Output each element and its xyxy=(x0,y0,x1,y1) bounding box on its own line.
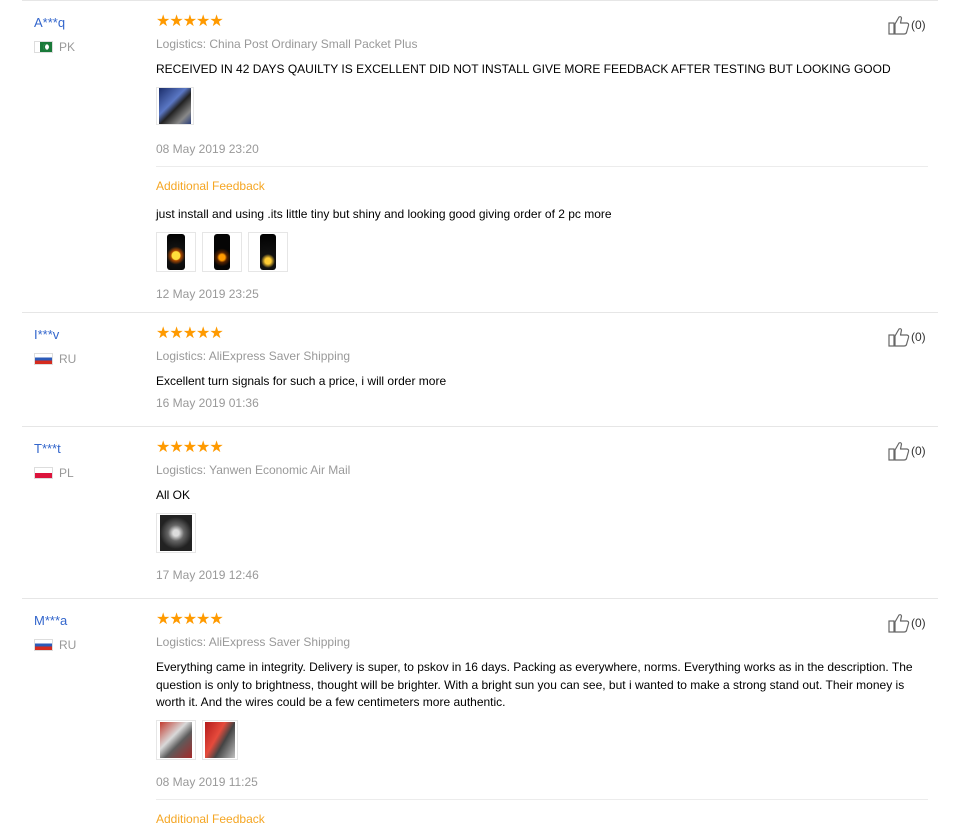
review-date: 08 May 2019 11:25 xyxy=(156,775,258,789)
review-date: 17 May 2019 12:46 xyxy=(156,568,259,582)
flag-ru-icon xyxy=(34,353,53,365)
photo-image xyxy=(160,722,192,758)
review-photo-thumbnail[interactable] xyxy=(202,232,242,272)
star-rating: ★★★★★ xyxy=(156,611,224,628)
country-code: PL xyxy=(59,466,74,480)
review-text: All OK xyxy=(156,488,191,502)
thumbs-up-icon xyxy=(888,442,910,461)
flag-pl-icon xyxy=(34,467,53,479)
top-divider xyxy=(22,0,938,1)
star-rating: ★★★★★ xyxy=(156,325,224,342)
review-divider xyxy=(22,598,938,599)
review-divider xyxy=(22,426,938,427)
review-text: Excellent turn signals for such a price,… xyxy=(156,374,447,388)
photo-image xyxy=(159,88,191,124)
logistics-info: Logistics: AliExpress Saver Shipping xyxy=(156,635,351,649)
like-count: (0) xyxy=(911,444,926,458)
like-count: (0) xyxy=(911,330,926,344)
review-photo-thumbnail[interactable] xyxy=(248,232,288,272)
review-photos xyxy=(156,87,194,125)
reviewer-country: PK xyxy=(34,40,75,54)
logistics-info: Logistics: Yanwen Economic Air Mail xyxy=(156,463,351,477)
photo-image xyxy=(260,234,276,270)
additional-feedback-text: just install and using .its little tiny … xyxy=(156,207,612,221)
review-photos xyxy=(156,720,238,760)
like-count: (0) xyxy=(911,18,926,32)
additional-feedback-photos xyxy=(156,232,288,272)
review-photos xyxy=(156,513,196,553)
photo-image xyxy=(160,515,192,551)
review-date: 16 May 2019 01:36 xyxy=(156,396,259,410)
like-button[interactable]: (0) xyxy=(888,15,926,35)
feedback-divider xyxy=(156,799,928,800)
logistics-info: Logistics: AliExpress Saver Shipping xyxy=(156,349,351,363)
thumbs-up-icon xyxy=(888,614,910,633)
reviewer-name[interactable]: A***q xyxy=(34,15,65,30)
photo-image xyxy=(205,722,235,758)
reviewer-name[interactable]: I***v xyxy=(34,327,59,342)
photo-image xyxy=(214,234,230,270)
review-photo-thumbnail[interactable] xyxy=(156,513,196,553)
review-divider xyxy=(22,312,938,313)
review-date: 08 May 2019 23:20 xyxy=(156,142,259,156)
like-button[interactable]: (0) xyxy=(888,613,926,633)
reviewer-name[interactable]: M***a xyxy=(34,613,67,628)
flag-ru-icon xyxy=(34,639,53,651)
like-button[interactable]: (0) xyxy=(888,327,926,347)
review-photo-thumbnail[interactable] xyxy=(156,720,196,760)
thumbs-up-icon xyxy=(888,16,910,35)
star-rating: ★★★★★ xyxy=(156,439,224,456)
country-code: RU xyxy=(59,352,77,366)
review-text: RECEIVED IN 42 DAYS QAUILTY IS EXCELLENT… xyxy=(156,62,891,76)
additional-feedback-label: Additional Feedback xyxy=(156,812,265,826)
like-button[interactable]: (0) xyxy=(888,441,926,461)
flag-pk-icon xyxy=(34,41,53,53)
feedback-divider xyxy=(156,166,928,167)
star-rating: ★★★★★ xyxy=(156,13,224,30)
like-count: (0) xyxy=(911,616,926,630)
additional-feedback-date: 12 May 2019 23:25 xyxy=(156,287,259,301)
reviewer-country: PL xyxy=(34,466,74,480)
review-photo-thumbnail[interactable] xyxy=(156,87,194,125)
review-photo-thumbnail[interactable] xyxy=(202,720,238,760)
additional-feedback-label: Additional Feedback xyxy=(156,179,265,193)
thumbs-up-icon xyxy=(888,328,910,347)
reviewer-name[interactable]: T***t xyxy=(34,441,61,456)
photo-image xyxy=(167,234,185,270)
country-code: RU xyxy=(59,638,77,652)
review-photo-thumbnail[interactable] xyxy=(156,232,196,272)
reviewer-country: RU xyxy=(34,638,76,652)
logistics-info: Logistics: China Post Ordinary Small Pac… xyxy=(156,37,418,51)
country-code: PK xyxy=(59,40,76,54)
review-text: Everything came in integrity. Delivery i… xyxy=(156,660,913,709)
reviewer-country: RU xyxy=(34,352,76,366)
